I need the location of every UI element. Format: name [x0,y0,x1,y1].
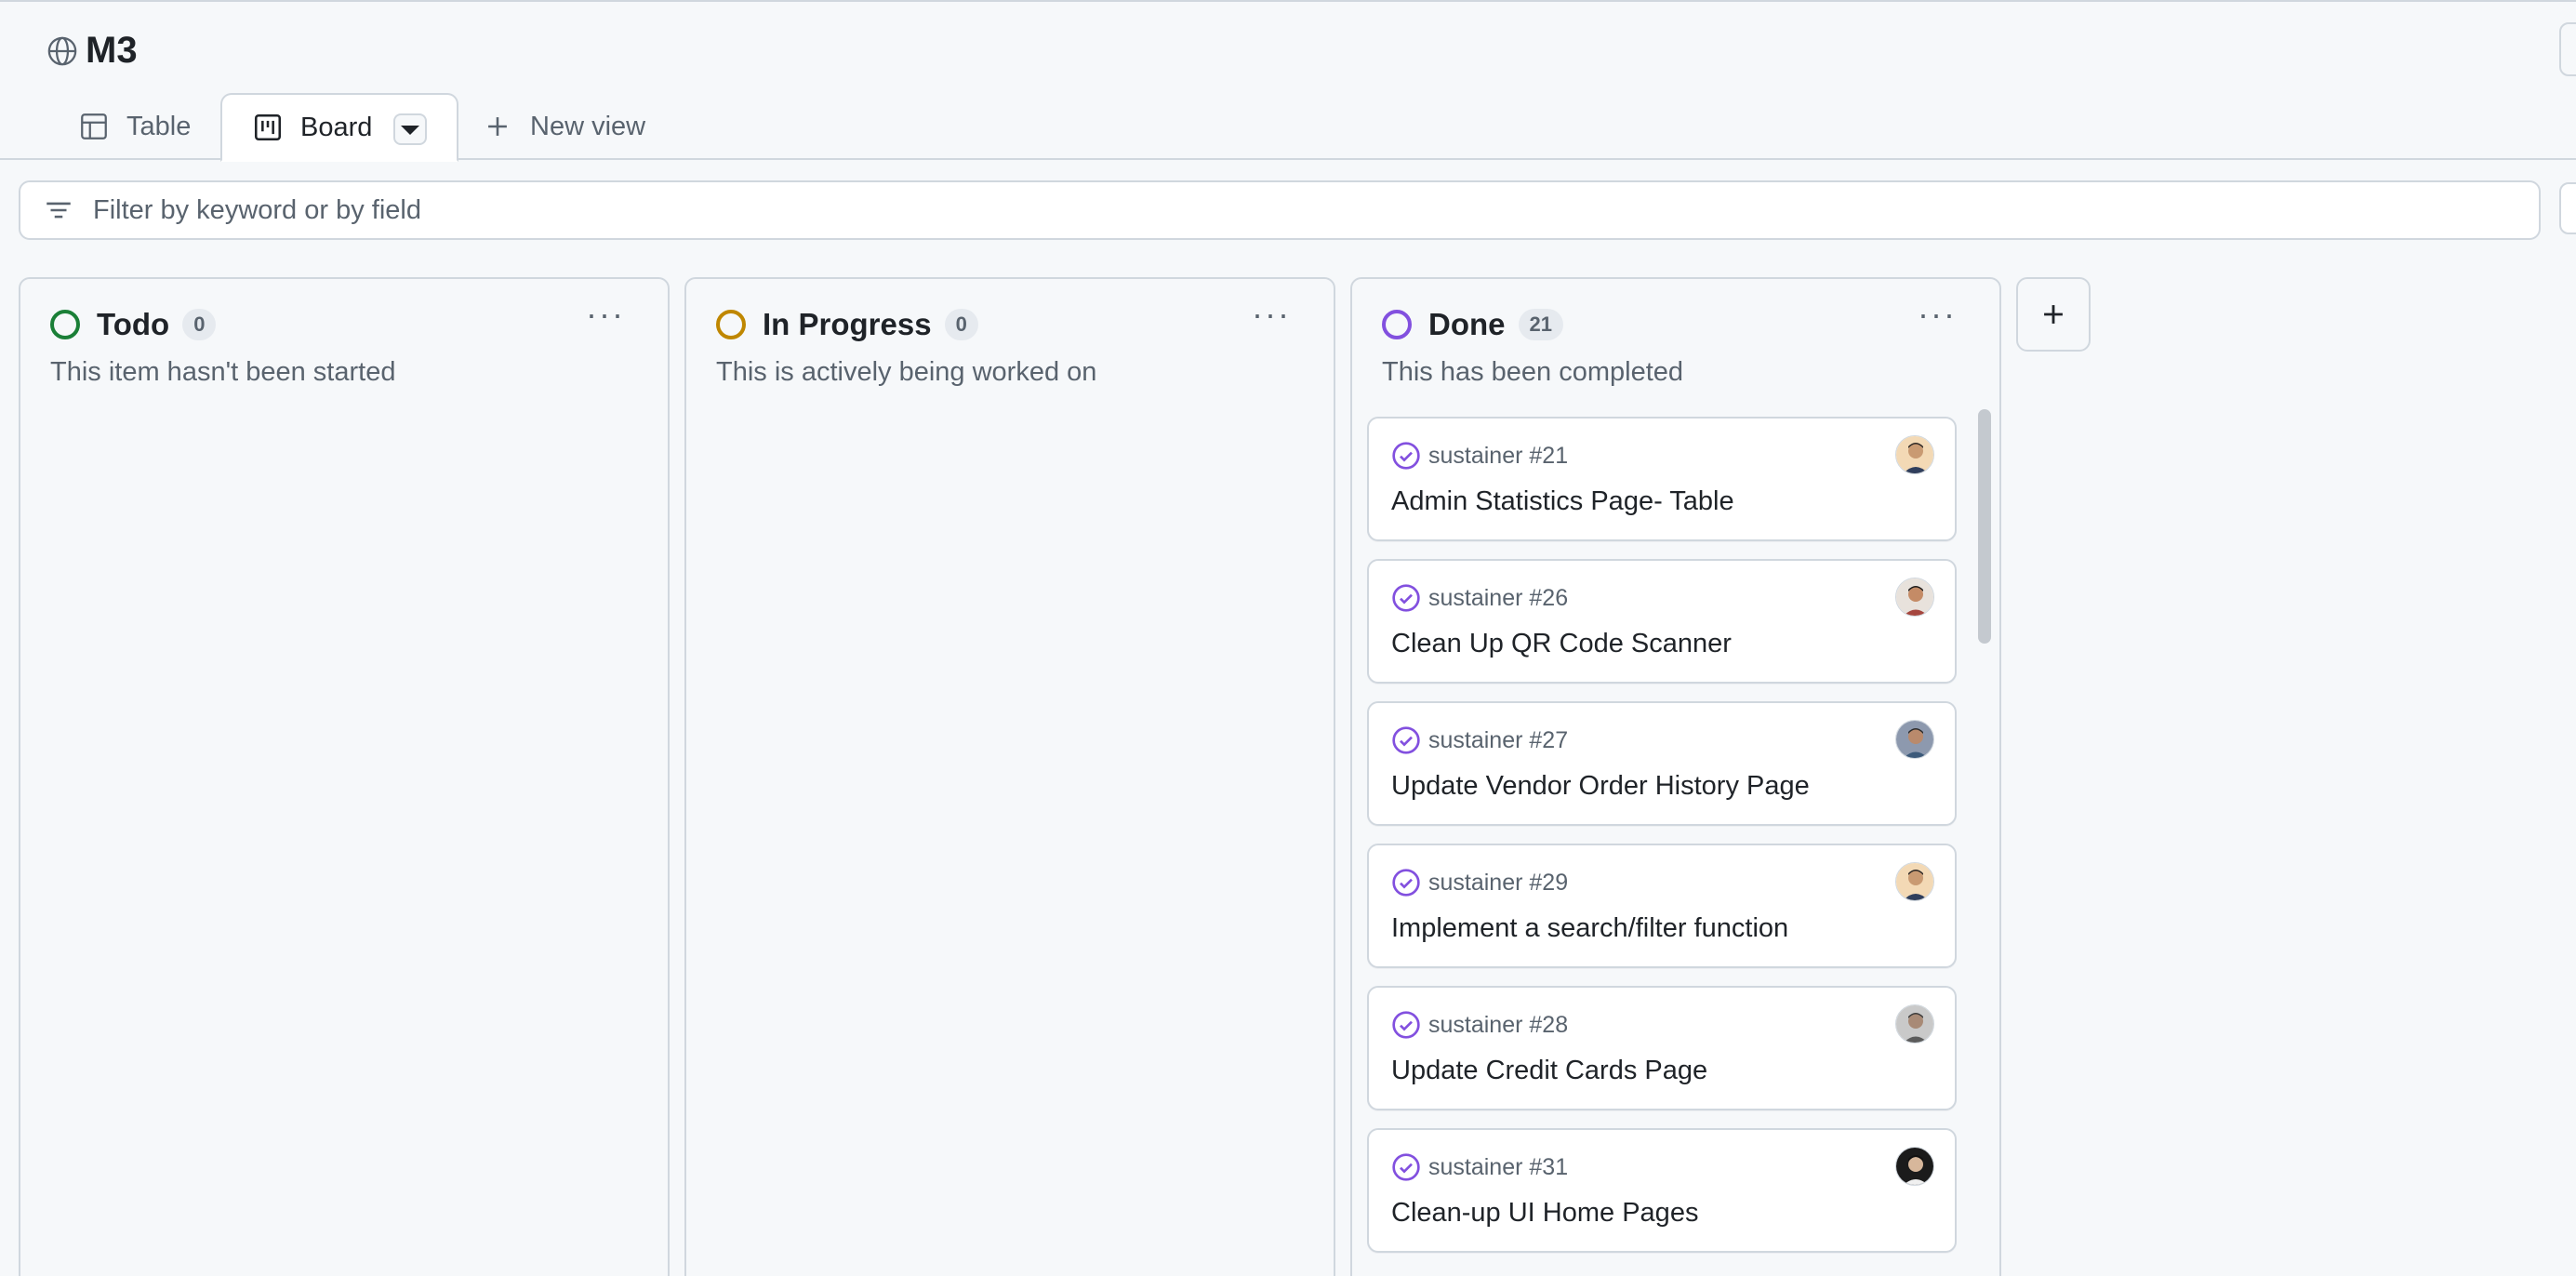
issue-card[interactable]: sustainer #29 Implement a search/filter … [1367,844,1957,968]
assignee-avatar[interactable] [1895,578,1934,617]
card-meta: sustainer #27 [1428,727,1569,753]
column-count-badge: 21 [1518,309,1563,340]
card-title[interactable]: Update Credit Cards Page [1391,1053,1707,1088]
todo-status-icon [50,310,80,339]
card-meta: sustainer #26 [1428,585,1569,611]
column-count-badge: 0 [944,309,978,340]
assignee-avatar[interactable] [1895,1004,1934,1043]
closed-issue-icon [1392,726,1420,754]
new-view-button[interactable]: New view [482,93,645,160]
card-title[interactable]: Implement a search/filter function [1391,910,1788,946]
column-done: Done 21 ··· This has been completed sust… [1350,277,2001,1276]
column-header: Todo 0 [50,307,217,342]
column-title: Done [1428,307,1506,341]
column-description: This item hasn't been started [50,357,396,387]
header-action-button[interactable] [2559,22,2576,76]
column-description: This is actively being worked on [716,357,1097,387]
card-meta: sustainer #29 [1428,870,1569,896]
plus-icon [488,117,507,136]
issue-card[interactable]: sustainer #28 Update Credit Cards Page [1367,986,1957,1110]
closed-issue-icon [1392,442,1420,470]
card-meta: sustainer #21 [1428,443,1569,469]
view-options-dropdown[interactable] [393,113,427,145]
card-title[interactable]: Clean Up QR Code Scanner [1391,626,1732,661]
closed-issue-icon [1392,869,1420,897]
column-title: Todo [97,307,170,341]
column-scrollbar[interactable] [1975,409,1994,1276]
filter-placeholder: Filter by keyword or by field [93,194,421,225]
project-header: M3 Table Board New view [0,0,2576,162]
column-count-badge: 0 [182,309,217,340]
card-meta: sustainer #28 [1428,1012,1569,1038]
card-title[interactable]: Clean-up UI Home Pages [1391,1195,1698,1230]
tab-table[interactable]: Table [78,93,191,160]
filter-side-button[interactable] [2559,182,2576,234]
tab-board[interactable]: Board [220,93,458,162]
caret-down-icon [401,126,419,135]
globe-icon [47,36,77,65]
filter-icon [46,202,71,219]
column-header: Done 21 [1382,307,1563,342]
issue-card[interactable]: sustainer #27 Update Vendor Order Histor… [1367,701,1957,826]
add-column-button[interactable] [2016,277,2091,352]
column-menu-button[interactable]: ··· [1252,298,1291,331]
closed-issue-icon [1392,1011,1420,1039]
column-todo: Todo 0 ··· This item hasn't been started [19,277,670,1276]
done-status-icon [1382,310,1412,339]
column-menu-button[interactable]: ··· [1918,298,1957,331]
view-tabs: Table Board New view [0,93,2576,162]
tab-table-label: Table [126,111,192,141]
project-board-page: M3 Table Board New view Filter by keywor… [0,0,2576,1276]
column-title: In Progress [763,307,932,341]
board-icon [254,113,282,141]
card-title[interactable]: Update Vendor Order History Page [1391,768,1810,804]
column-in-progress: In Progress 0 ··· This is actively being… [684,277,1335,1276]
card-list: sustainer #21 Admin Statistics Page- Tab… [1367,417,1957,1270]
tab-board-label: Board [300,112,373,142]
table-icon [81,113,107,140]
column-header: In Progress 0 [716,307,978,342]
project-title-row: M3 [46,30,138,72]
closed-issue-icon [1392,584,1420,612]
closed-issue-icon [1392,1153,1420,1181]
assignee-avatar[interactable] [1895,862,1934,901]
issue-card[interactable]: sustainer #31 Clean-up UI Home Pages [1367,1128,1957,1253]
issue-card[interactable]: sustainer #21 Admin Statistics Page- Tab… [1367,417,1957,541]
plus-icon [2044,305,2063,324]
new-view-label: New view [530,111,646,141]
column-menu-button[interactable]: ··· [586,298,625,331]
project-title: M3 [86,30,138,71]
in-progress-status-icon [716,310,746,339]
assignee-avatar[interactable] [1895,720,1934,759]
scrollbar-thumb[interactable] [1978,409,1991,644]
column-description: This has been completed [1382,357,1684,387]
issue-card[interactable]: sustainer #26 Clean Up QR Code Scanner [1367,559,1957,684]
card-meta: sustainer #31 [1428,1154,1569,1180]
assignee-avatar[interactable] [1895,435,1934,474]
filter-input[interactable]: Filter by keyword or by field [19,180,2541,240]
card-title[interactable]: Admin Statistics Page- Table [1391,484,1734,519]
assignee-avatar[interactable] [1895,1147,1934,1186]
